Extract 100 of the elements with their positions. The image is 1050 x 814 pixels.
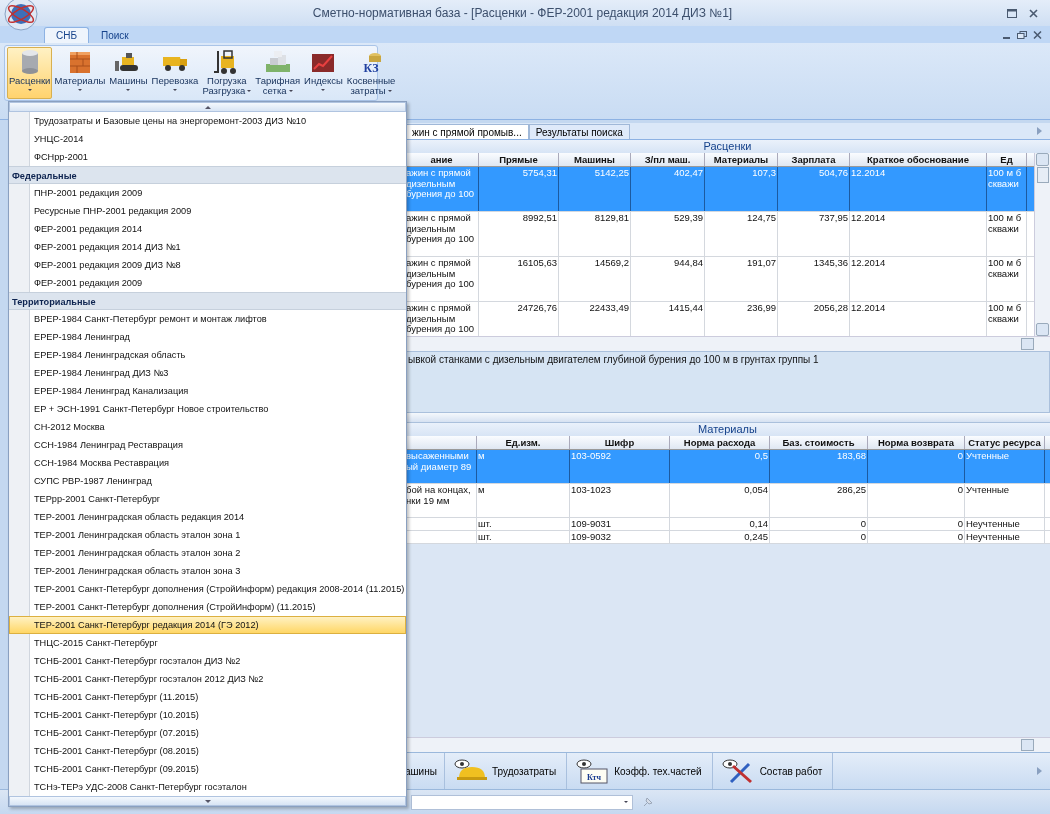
menu-item[interactable]: ТЕРрр-2001 Санкт-Петербург: [9, 490, 406, 508]
menu-item[interactable]: ТЕР-2001 Санкт-Петербург дополнения (СтройИнформ) редакция 2008-2014 (11.2015): [9, 580, 406, 598]
table-cell: 0: [868, 531, 965, 544]
menu-item[interactable]: Трудозатраты и Базовые цены на энергоремонт-2003 ДИЗ №10: [9, 112, 406, 130]
column-header[interactable]: Статус ресурса: [965, 436, 1045, 450]
column-header[interactable]: Шифр: [570, 436, 670, 450]
close-icon[interactable]: [1029, 8, 1038, 18]
ribbon-button[interactable]: Расценки: [7, 46, 53, 99]
menu-item[interactable]: ФЕР-2001 редакция 2009: [9, 274, 406, 292]
maximize-icon[interactable]: [1007, 8, 1017, 18]
column-header[interactable]: Материалы: [705, 153, 778, 167]
horizontal-scrollbar[interactable]: [405, 737, 1050, 753]
menu-item[interactable]: ССН-1984 Ленинград Реставрация: [9, 436, 406, 454]
ribbon-button[interactable]: Индексы: [302, 46, 345, 99]
menu-item[interactable]: ВРЕР-1984 Санкт-Петербург ремонт и монтаж лифтов: [9, 310, 406, 328]
menu-item[interactable]: ТСНБ-2001 Санкт-Петербург (08.2015): [9, 742, 406, 760]
table-cell: 286,25: [770, 484, 868, 518]
ribbon-button[interactable]: КЗ Косвенные затраты: [344, 46, 398, 99]
menu-item[interactable]: Ресурсные ПНР-2001 редакция 2009: [9, 202, 406, 220]
menu-item[interactable]: ССН-1984 Москва Реставрация: [9, 454, 406, 472]
tab-scroll-icon[interactable]: [1037, 767, 1042, 776]
ribbon-button[interactable]: Погрузка Разгрузка: [200, 46, 254, 99]
ribbon-button[interactable]: Материалы: [52, 46, 108, 99]
menu-item[interactable]: ТЕР-2001 Санкт-Петербург редакция 2014 (ГЭ 2012): [9, 616, 406, 634]
menu-item[interactable]: ЕР + ЭСН-1991 Санкт-Петербург Новое строительство: [9, 400, 406, 418]
column-header[interactable]: Ед: [987, 153, 1027, 167]
menu-item[interactable]: ТСНБ-2001 Санкт-Петербург (07.2015): [9, 724, 406, 742]
ribbon-button[interactable]: Перевозка: [149, 46, 201, 99]
column-header[interactable]: З/пл маш.: [631, 153, 705, 167]
menu-item[interactable]: ТЕР-2001 Ленинградская область редакция 2014: [9, 508, 406, 526]
restore-icon[interactable]: [1017, 30, 1027, 39]
splitter[interactable]: [405, 413, 1050, 424]
table-cell: 191,07: [705, 257, 778, 302]
caret-icon: [173, 88, 177, 91]
table-cell: 109-9032: [570, 531, 670, 544]
scroll-down-button[interactable]: [9, 796, 406, 806]
caret-icon: [77, 88, 82, 91]
menu-item[interactable]: ТЕР-2001 Ленинградская область эталон зона 3: [9, 562, 406, 580]
menu-item[interactable]: ТСНБ-2001 Санкт-Петербург госэталон 2012 ДИЗ №2: [9, 670, 406, 688]
menu-item[interactable]: ФЕР-2001 редакция 2014 ДИЗ №1: [9, 238, 406, 256]
table-cell: Неучтенные: [965, 518, 1045, 531]
icon-label: КЗ: [363, 60, 379, 75]
document-tab[interactable]: Результаты поиска: [528, 124, 630, 140]
document-tab[interactable]: жин с прямой промыв...: [405, 124, 529, 140]
table-cell: 12.2014: [850, 257, 987, 302]
menu-item[interactable]: ТСНэ-ТЕРэ УДС-2008 Санкт-Петербург госэталон: [9, 778, 406, 796]
menu-item[interactable]: ТСНБ-2001 Санкт-Петербург (09.2015): [9, 760, 406, 778]
menu-item[interactable]: СУПС РВР-1987 Ленинград: [9, 472, 406, 490]
menu-item[interactable]: ТЕР-2001 Ленинградская область эталон зона 2: [9, 544, 406, 562]
vertical-scrollbar[interactable]: [1034, 153, 1050, 337]
ribbon-button[interactable]: Машины: [107, 46, 150, 99]
menu-item[interactable]: УНЦС-2014: [9, 130, 406, 148]
scroll-up-button[interactable]: [9, 102, 406, 112]
menu-group-header: Федеральные: [9, 166, 406, 184]
table-cell: 0: [868, 518, 965, 531]
ribbon-tab[interactable]: СНБ: [44, 26, 89, 43]
menu-item[interactable]: ФЕР-2001 редакция 2009 ДИЗ №8: [9, 256, 406, 274]
table-cell: 14569,2: [559, 257, 631, 302]
menu-item[interactable]: ТСНБ-2001 Санкт-Петербург госэталон ДИЗ №2: [9, 652, 406, 670]
tools-icon: [720, 758, 755, 785]
icon-label: Ктч: [587, 773, 602, 783]
column-header[interactable]: Зарплата: [778, 153, 850, 167]
column-header[interactable]: Норма расхода: [670, 436, 770, 450]
caret-icon: [126, 88, 131, 91]
close-icon[interactable]: [1033, 30, 1042, 39]
menu-item[interactable]: ТЕР-2001 Ленинградская область эталон зона 1: [9, 526, 406, 544]
table-cell: 504,76: [778, 167, 850, 212]
column-header[interactable]: Прямые: [479, 153, 559, 167]
horizontal-scrollbar[interactable]: [405, 336, 1050, 352]
menu-item[interactable]: ЕРЕР-1984 Ленинград: [9, 328, 406, 346]
menu-item[interactable]: СН-2012 Москва: [9, 418, 406, 436]
menu-item[interactable]: ТСНБ-2001 Санкт-Петербург (10.2015): [9, 706, 406, 724]
column-header[interactable]: Краткое обоснование: [850, 153, 987, 167]
menu-item[interactable]: ТЕР-2001 Санкт-Петербург дополнения (СтройИнформ) (11.2015): [9, 598, 406, 616]
menu-item[interactable]: ФСНрр-2001: [9, 148, 406, 166]
ribbon-button[interactable]: Тарифная сетка: [253, 46, 303, 99]
menu-item[interactable]: ФЕР-2001 редакция 2014: [9, 220, 406, 238]
combo-box[interactable]: [411, 794, 633, 810]
table-cell: 124,75: [705, 212, 778, 257]
grid-title: Расценки: [405, 140, 1050, 154]
menu-item[interactable]: ЕРЕР-1984 Ленинград ДИЗ №3: [9, 364, 406, 382]
table-cell: 402,47: [631, 167, 705, 212]
table-cell: 737,95: [778, 212, 850, 257]
ribbon-tab[interactable]: Поиск: [89, 26, 141, 43]
menu-item[interactable]: ТСНБ-2001 Санкт-Петербург (11.2015): [9, 688, 406, 706]
column-header[interactable]: Норма возврата: [868, 436, 965, 450]
column-header[interactable]: Машины: [559, 153, 631, 167]
app-logo-icon[interactable]: [4, 0, 38, 31]
tab-scroll-icon[interactable]: [1037, 127, 1042, 136]
column-header[interactable]: Ед.изм.: [477, 436, 570, 450]
menu-item[interactable]: ТНЦС-2015 Санкт-Петербург: [9, 634, 406, 652]
column-header[interactable]: Баз. стоимость: [770, 436, 868, 450]
table-cell: Учтенные: [965, 450, 1045, 484]
menu-item[interactable]: ЕРЕР-1984 Ленинградская область: [9, 346, 406, 364]
table-cell: 12.2014: [850, 167, 987, 212]
table-row[interactable]: шт. 109-9031 0,14 0 0 Неучтенные: [405, 518, 1050, 532]
menu-item[interactable]: ЕРЕР-1984 Ленинград Канализация: [9, 382, 406, 400]
menu-item[interactable]: ПНР-2001 редакция 2009: [9, 184, 406, 202]
table-cell: 8129,81: [559, 212, 631, 257]
table-cell: 16105,63: [479, 257, 559, 302]
